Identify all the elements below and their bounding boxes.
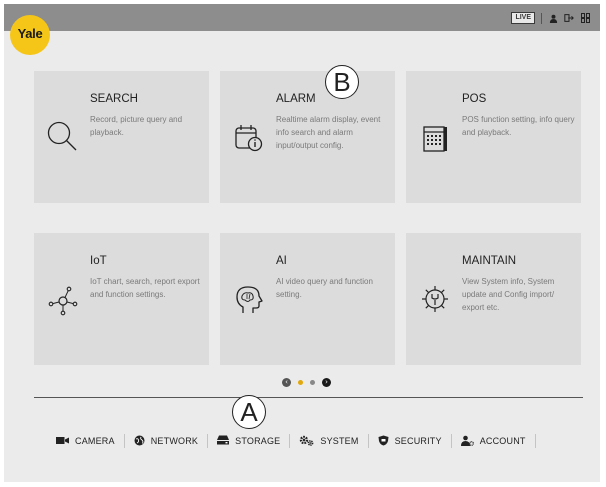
- search-icon: [45, 119, 81, 155]
- top-bar: LIVE: [4, 4, 600, 31]
- logout-icon[interactable]: [564, 13, 574, 23]
- user-icon[interactable]: [548, 13, 558, 23]
- network-globe-icon: [134, 435, 145, 448]
- maintain-gear-icon: [417, 281, 453, 317]
- yale-logo: Yale: [10, 15, 50, 55]
- nav-separator: [534, 434, 536, 448]
- nav-label: CAMERA: [75, 436, 115, 446]
- app-frame: LIVE Yale SEARCH Record, picture query a…: [4, 4, 600, 482]
- topbar-separator: [541, 12, 542, 24]
- nav-separator: [367, 434, 369, 448]
- card-pos[interactable]: POS POS function setting, info query and…: [406, 71, 581, 203]
- card-title: POS: [462, 93, 487, 105]
- pos-terminal-icon: [417, 119, 453, 155]
- card-description: AI video query and function setting.: [276, 277, 373, 299]
- nav-label: SYSTEM: [320, 436, 359, 446]
- nav-separator: [450, 434, 452, 448]
- card-title: ALARM: [276, 93, 316, 105]
- card-title: IoT: [90, 255, 107, 267]
- card-maintain[interactable]: MAINTAIN View System info, System update…: [406, 233, 581, 365]
- live-button[interactable]: LIVE: [511, 12, 535, 24]
- nav-label: NETWORK: [150, 436, 199, 446]
- card-title: MAINTAIN: [462, 255, 517, 267]
- nav-separator: [123, 434, 125, 448]
- account-user-icon: [460, 435, 474, 448]
- nav-label: STORAGE: [235, 436, 281, 446]
- system-gears-icon: [299, 435, 314, 448]
- card-ai[interactable]: AI AI video query and function setting.: [220, 233, 395, 365]
- nav-network[interactable]: NETWORK: [134, 435, 198, 448]
- nav-label: ACCOUNT: [479, 436, 526, 446]
- card-iot[interactable]: IoT IoT chart, search, report export and…: [34, 233, 209, 365]
- callout-a-badge: A: [232, 395, 266, 429]
- security-shield-icon: [378, 435, 389, 448]
- nav-camera[interactable]: CAMERA: [56, 436, 115, 447]
- alarm-calendar-icon: [231, 119, 267, 155]
- card-description: Record, picture query and playback.: [90, 115, 183, 137]
- card-search[interactable]: SEARCH Record, picture query and playbac…: [34, 71, 209, 203]
- page-indicator: ‹ ›: [282, 378, 331, 387]
- card-description: POS function setting, info query and pla…: [462, 115, 575, 137]
- logo-text: Yale: [17, 26, 43, 41]
- topbar-actions: LIVE: [511, 11, 590, 25]
- card-title: SEARCH: [90, 93, 138, 105]
- card-title: AI: [276, 255, 287, 267]
- card-description: IoT chart, search, report export and fun…: [90, 277, 200, 299]
- storage-hdd-icon: [217, 435, 230, 447]
- nav-account[interactable]: ACCOUNT: [460, 435, 526, 448]
- next-page-icon[interactable]: ›: [322, 378, 331, 387]
- camera-icon: [56, 436, 69, 447]
- card-description: Realtime alarm display, event info searc…: [276, 115, 381, 150]
- card-description: View System info, System update and Conf…: [462, 277, 555, 312]
- iot-network-icon: [45, 281, 81, 317]
- nav-security[interactable]: SECURITY: [378, 435, 442, 448]
- nav-label: SECURITY: [394, 436, 442, 446]
- bottom-nav: CAMERA NETWORK STORAGE SYSTEM SECURITY A…: [56, 433, 576, 449]
- nav-storage[interactable]: STORAGE: [217, 435, 280, 447]
- ai-head-icon: [231, 281, 267, 317]
- prev-page-icon[interactable]: ‹: [282, 378, 291, 387]
- menu-grid-icon[interactable]: [580, 13, 590, 23]
- nav-separator: [289, 434, 291, 448]
- callout-b-badge: B: [325, 65, 359, 99]
- nav-system[interactable]: SYSTEM: [299, 435, 358, 448]
- page-dot[interactable]: [310, 380, 315, 385]
- divider: [34, 397, 583, 398]
- nav-separator: [207, 434, 209, 448]
- page-dot-active[interactable]: [298, 380, 303, 385]
- card-alarm[interactable]: ALARM Realtime alarm display, event info…: [220, 71, 395, 203]
